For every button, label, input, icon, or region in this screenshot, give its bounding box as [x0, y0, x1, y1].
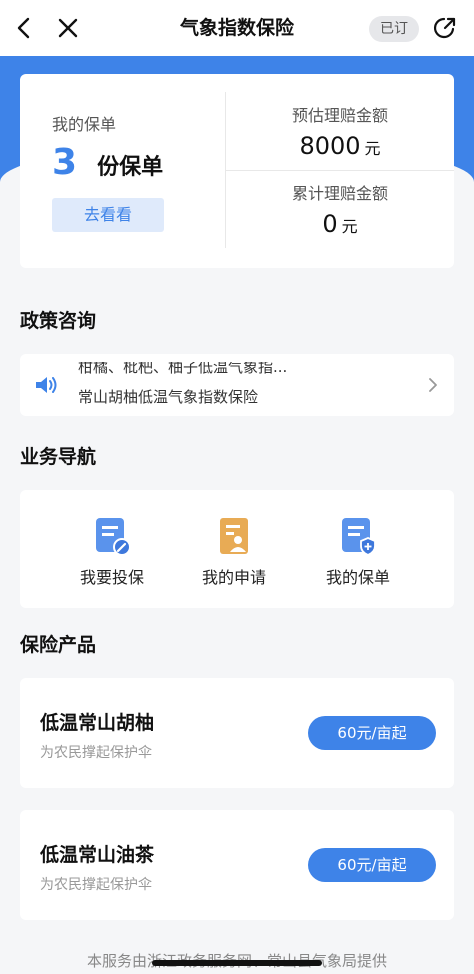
my-applications-button[interactable]: 我的申请 [162, 490, 306, 608]
product-price-button[interactable]: 60元/亩起 [308, 716, 436, 750]
view-policies-button[interactable]: 去看看 [52, 198, 164, 232]
service-section-title: 业务导航 [20, 446, 97, 468]
share-icon[interactable] [431, 14, 459, 42]
product-card[interactable]: 低温常山胡柚 为农民撑起保护伞 60元/亩起 [20, 678, 454, 788]
chevron-right-icon [429, 378, 437, 392]
products-section-title: 保险产品 [20, 634, 97, 656]
product-description: 为农民撑起保护伞 [40, 745, 152, 761]
policy-count-unit: 份保单 [97, 155, 164, 180]
estimated-claim-label: 预估理赔金额 [291, 106, 388, 125]
home-indicator[interactable] [152, 960, 322, 966]
nav-item-label: 我的保单 [325, 568, 390, 587]
navigation-bar: 气象指数保险 已订 [0, 0, 474, 56]
my-policies-button[interactable]: 我的保单 [286, 490, 430, 608]
edit-document-icon [96, 518, 130, 556]
speaker-icon [36, 377, 57, 393]
cumulative-claim-label: 累计理赔金额 [291, 184, 388, 203]
policy-count-number: 3 [52, 142, 78, 183]
product-description: 为农民撑起保护伞 [40, 877, 152, 893]
policy-summary-card: 我的保单 3 份保单 去看看 预估理赔金额 8000 元 累计理赔金额 0元 [20, 74, 454, 268]
nav-item-label: 我的申请 [201, 568, 266, 587]
applicant-document-icon [220, 518, 248, 554]
policy-news-ticker[interactable]: 柑橘、枇杷、柚子低温气象指... 常山胡柚低温气象指数保险 [20, 354, 454, 416]
product-card[interactable]: 低温常山油茶 为农民撑起保护伞 60元/亩起 [20, 810, 454, 920]
divider [226, 170, 454, 171]
policy-count: 3 份保单 [52, 142, 163, 188]
ticker-line: 柑橘、枇杷、柚子低温气象指... [78, 362, 288, 376]
estimated-claim-value: 8000 元 [299, 132, 381, 160]
ticker-line: 常山胡柚低温气象指数保险 [78, 388, 259, 406]
policy-section-title: 政策咨询 [20, 310, 97, 332]
product-name: 低温常山胡柚 [40, 712, 155, 734]
my-policy-label: 我的保单 [52, 115, 117, 134]
product-price-button[interactable]: 60元/亩起 [308, 848, 436, 882]
estimated-claim: 预估理赔金额 8000 元 [226, 102, 454, 160]
shield-document-icon [342, 518, 376, 556]
service-navigation-card: 我要投保 我的申请 我的保单 [20, 490, 454, 608]
ticker-text: 柑橘、枇杷、柚子低温气象指... 常山胡柚低温气象指数保险 [78, 362, 408, 408]
subscribed-button[interactable]: 已订 [369, 16, 419, 42]
cumulative-claim-value: 0元 [322, 210, 358, 238]
product-name: 低温常山油茶 [40, 844, 155, 866]
cumulative-claim: 累计理赔金额 0元 [226, 180, 454, 238]
